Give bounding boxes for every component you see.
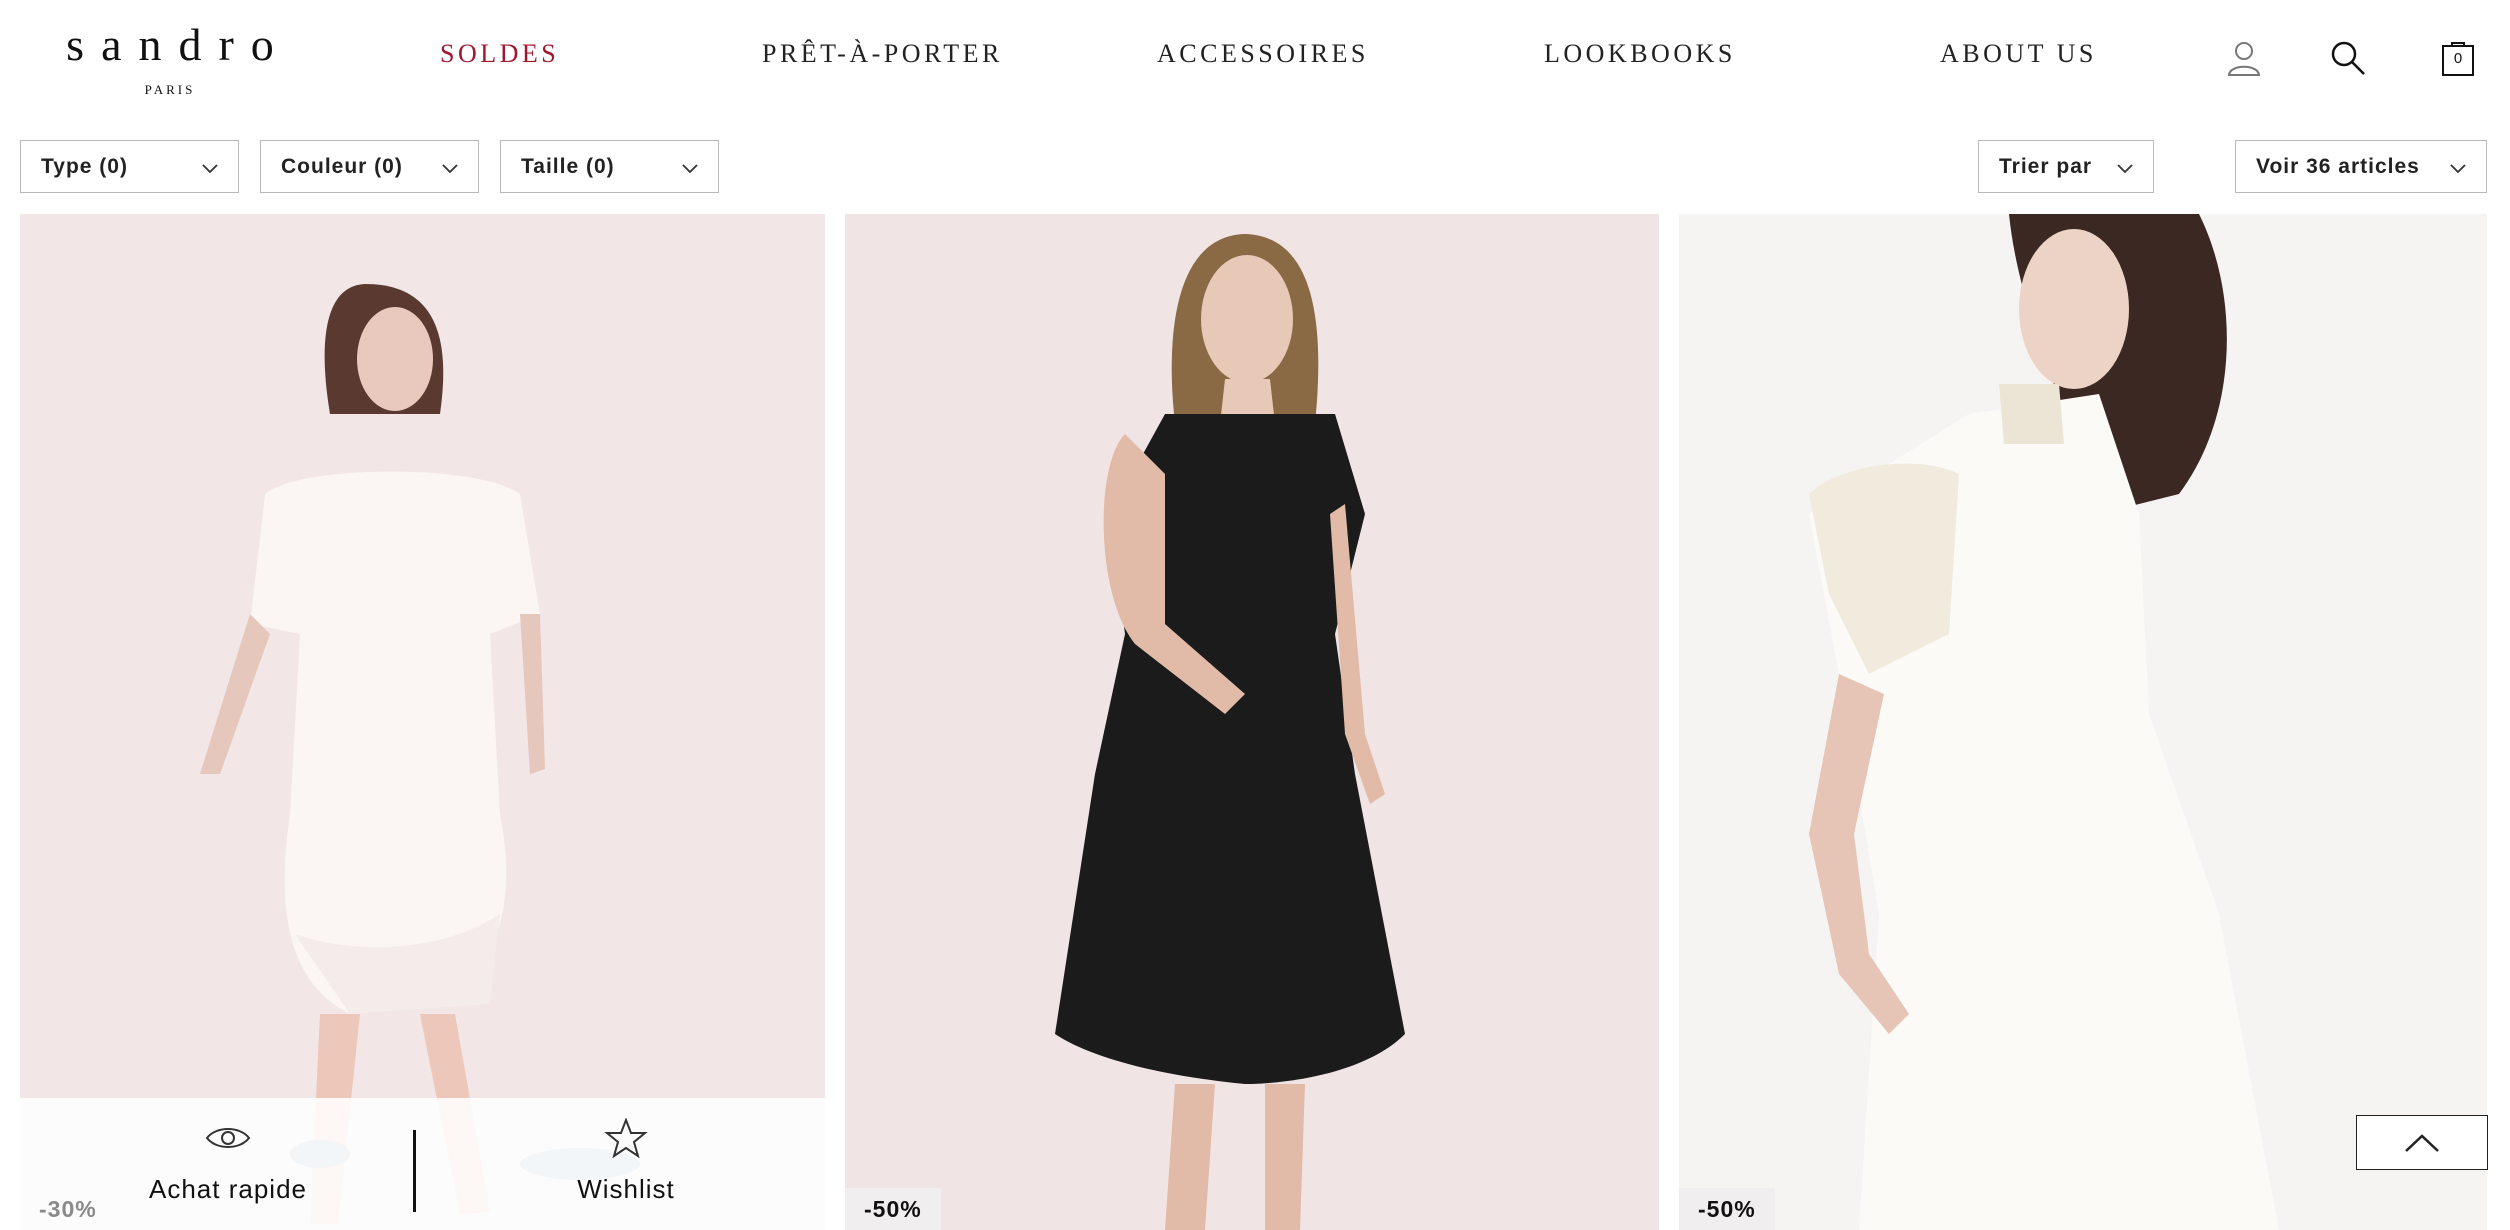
nav-soldes[interactable]: SOLDES [440,41,559,67]
cart-count: 0 [2453,50,2463,67]
product-image [845,214,1659,1230]
product-image [1679,214,2487,1230]
sort-dropdown[interactable]: Trier par [1978,140,2154,193]
filter-couleur[interactable]: Couleur (0) [260,140,479,193]
discount-badge: -50% [845,1188,941,1230]
chevron-down-icon [442,163,458,173]
discount-badge: -30% [39,1195,97,1222]
filter-taille-label: Taille (0) [521,154,615,178]
product-card-1[interactable]: Achat rapide Wishlist -30% [20,214,825,1230]
discount-badge: -50% [1679,1188,1775,1230]
brand-subtitle: PARIS [144,82,196,97]
product-card-3[interactable]: -50% [1679,214,2487,1230]
nav-lookbooks[interactable]: LOOKBOOKS [1544,41,1736,67]
quick-buy-button[interactable]: Achat rapide [128,1098,328,1230]
quick-buy-label: Achat rapide [149,1174,307,1204]
filter-type[interactable]: Type (0) [20,140,239,193]
bag-icon[interactable]: 0 [2438,38,2478,78]
product-image [20,214,825,1230]
wishlist-label: Wishlist [577,1174,675,1204]
sort-label: Trier par [1999,154,2093,178]
search-icon[interactable] [2328,38,2368,78]
chevron-up-icon [2405,1133,2439,1152]
divider [413,1130,416,1212]
back-to-top-button[interactable] [2356,1115,2488,1170]
quick-actions-bar: Achat rapide Wishlist -30% [20,1098,825,1230]
view-count-dropdown[interactable]: Voir 36 articles [2235,140,2487,193]
eye-icon [205,1128,251,1148]
user-icon[interactable] [2224,38,2264,78]
filter-type-label: Type (0) [41,154,128,178]
nav-accessoires[interactable]: ACCESSOIRES [1157,41,1369,67]
brand-name: sandro [66,19,291,70]
brand-logo[interactable]: sandro PARIS [48,22,292,98]
chevron-down-icon [682,163,698,173]
nav-about-us[interactable]: ABOUT US [1940,41,2097,67]
product-card-2[interactable]: -50% [845,214,1659,1230]
chevron-down-icon [202,163,218,173]
chevron-down-icon [2450,163,2466,173]
view-count-label: Voir 36 articles [2256,154,2420,178]
wishlist-button[interactable]: Wishlist [526,1098,726,1230]
filter-couleur-label: Couleur (0) [281,154,403,178]
star-icon [604,1118,648,1158]
chevron-down-icon [2117,163,2133,173]
nav-pret-a-porter[interactable]: PRÊT-À-PORTER [762,41,1003,67]
filter-taille[interactable]: Taille (0) [500,140,719,193]
